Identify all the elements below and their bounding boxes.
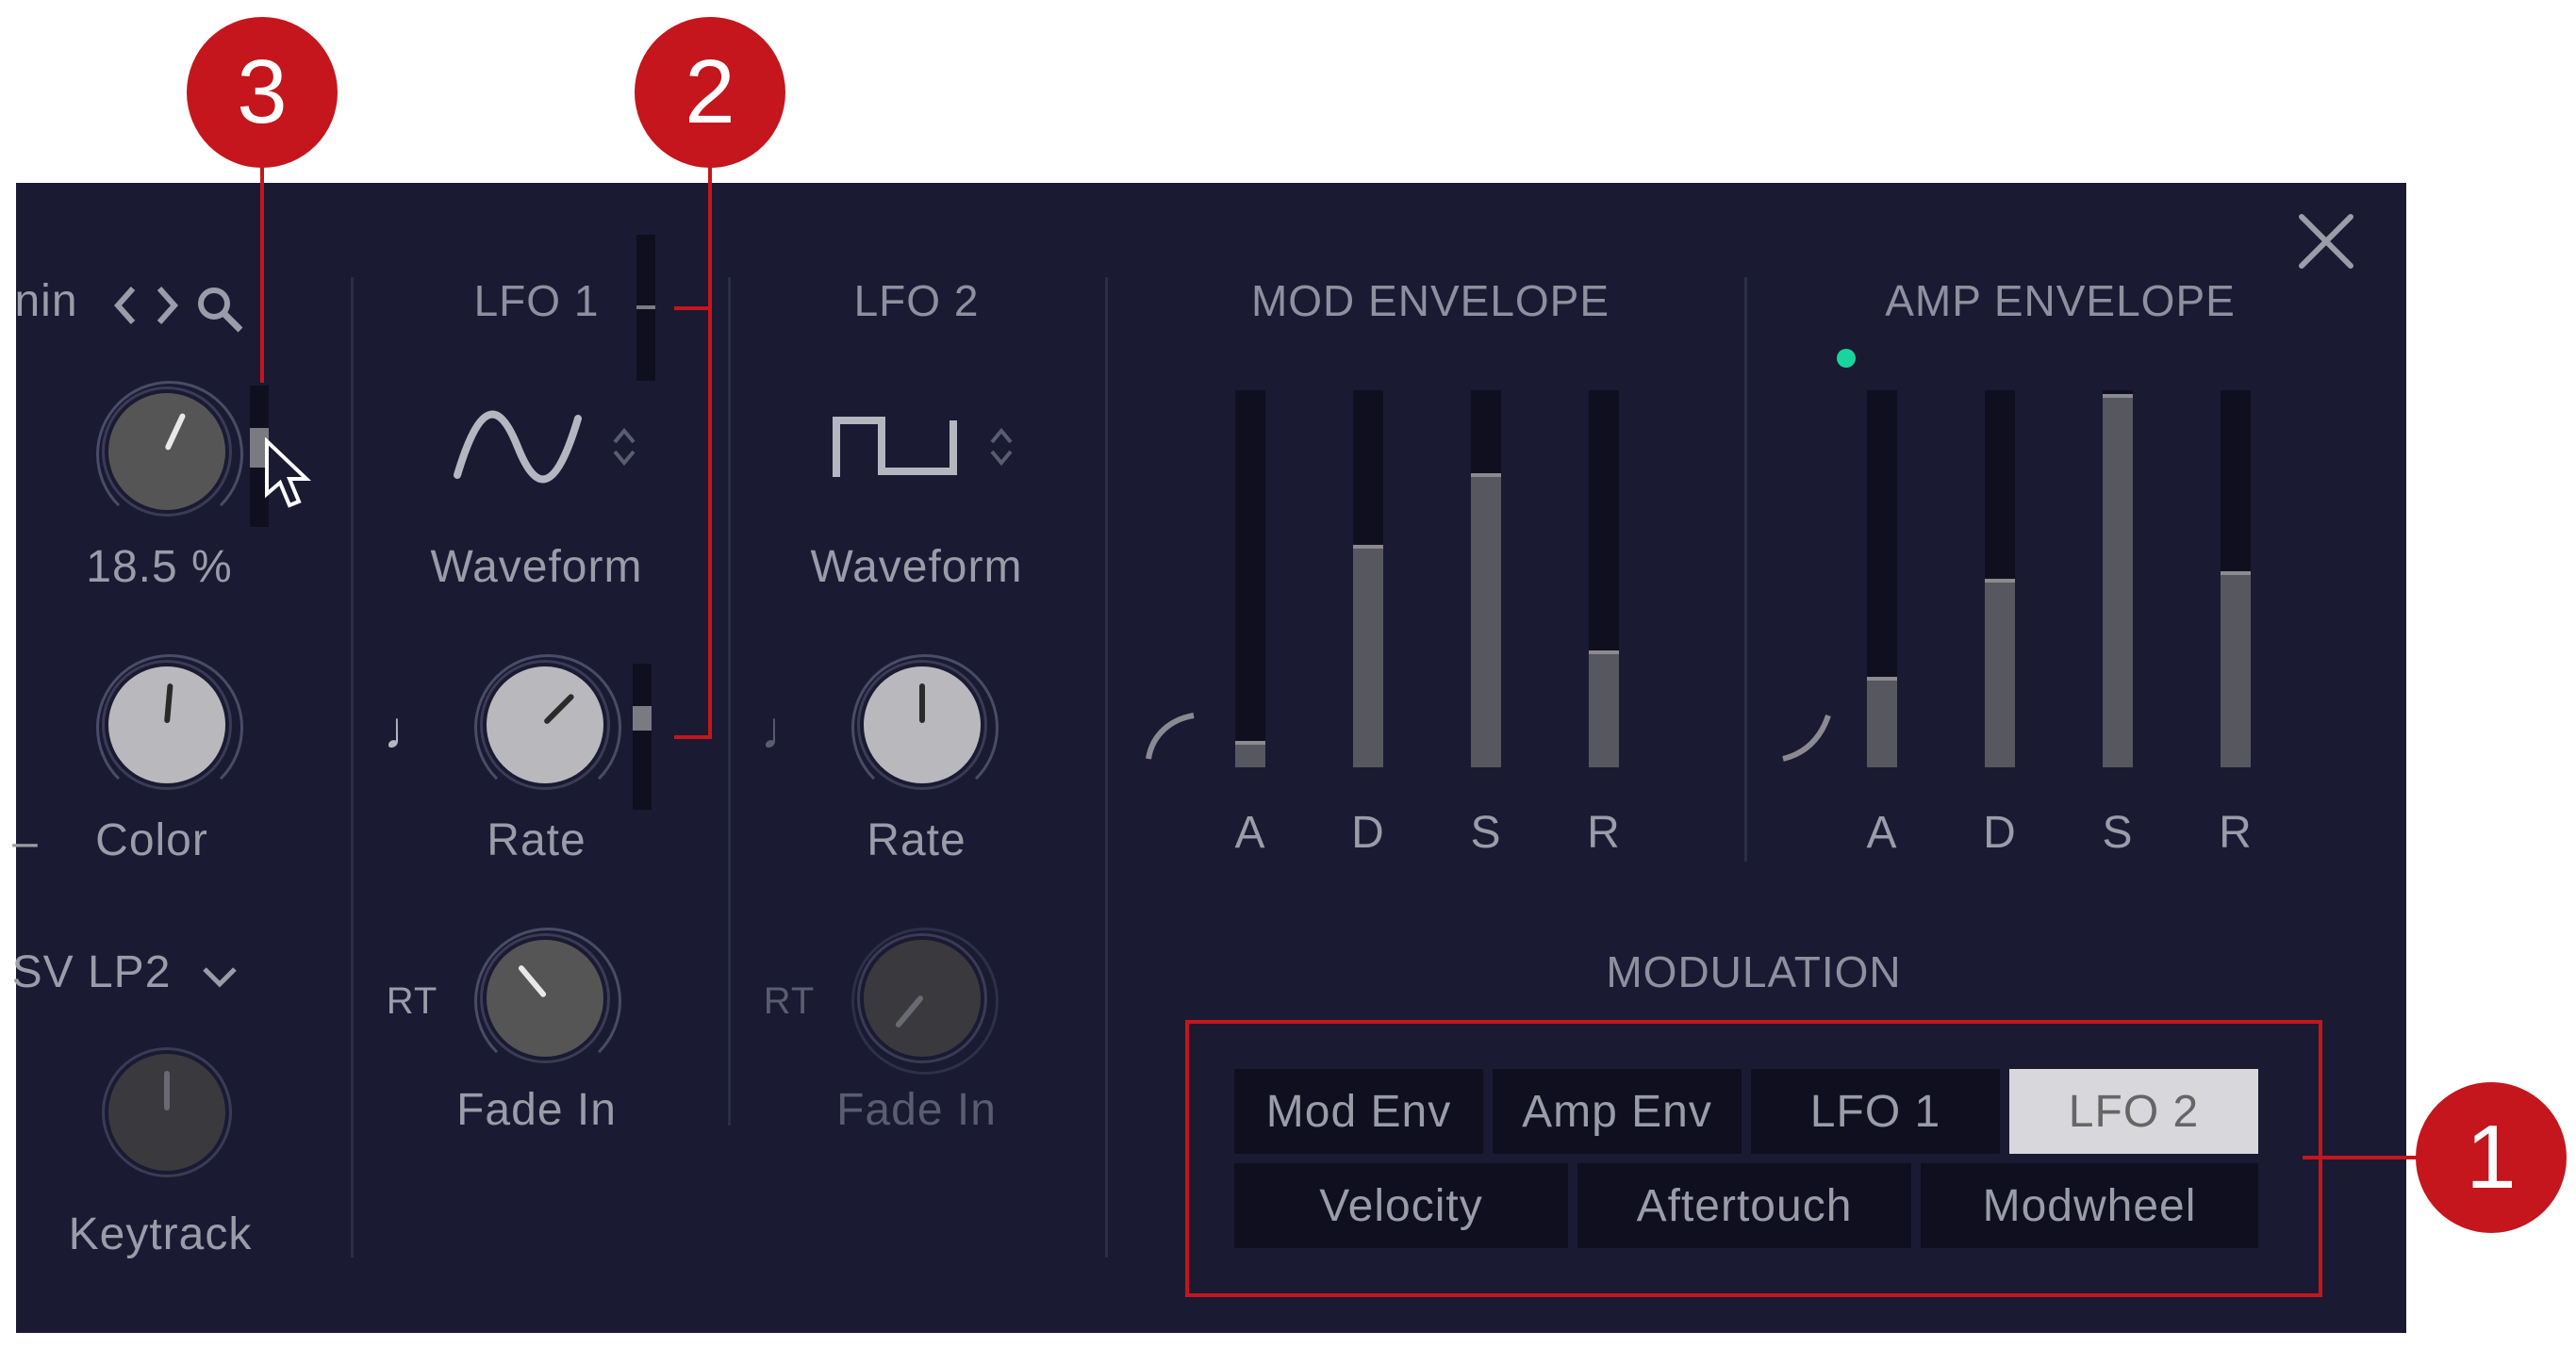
callout-2-line-bottom <box>674 735 712 739</box>
separator <box>728 277 731 1126</box>
mod-env-r-slider[interactable] <box>1589 390 1619 767</box>
cursor-icon <box>263 436 320 518</box>
separator <box>1744 277 1747 862</box>
mod-env-curve-icon[interactable] <box>1143 706 1199 767</box>
nav-arrows-icon[interactable] <box>108 285 184 331</box>
lfo2-waveform-label: Waveform <box>810 542 1023 592</box>
keytrack-label: Keytrack <box>68 1209 253 1259</box>
mod-env-title: MOD ENVELOPE <box>1250 276 1610 325</box>
callout-2-line-top <box>674 306 712 310</box>
lfo1-sync-note-icon[interactable]: ♩ <box>384 699 438 761</box>
chevron-down-icon[interactable] <box>201 963 239 995</box>
search-icon[interactable] <box>193 283 246 340</box>
amount-value: 18.5 % <box>86 542 233 592</box>
lfo2-sync-note-icon[interactable]: ♩ <box>761 699 815 761</box>
amp-env-title: AMP ENVELOPE <box>1885 276 2236 325</box>
active-indicator <box>1837 349 1856 368</box>
mod-source-mod-env[interactable]: Mod Env <box>1234 1069 1483 1154</box>
amount-knob[interactable] <box>105 389 229 514</box>
updown-icon[interactable] <box>987 423 1016 475</box>
lfo1-title: LFO 1 <box>473 276 600 325</box>
mod-env-a-level <box>1235 741 1265 767</box>
mod-env-d-level <box>1353 545 1383 767</box>
lfo2-fade-label: Fade In <box>836 1085 997 1135</box>
lfo1-waveform-label: Waveform <box>430 542 643 592</box>
separator <box>1105 277 1108 1258</box>
amp-env-s-label: S <box>2102 808 2134 858</box>
lfo2-rate-label: Rate <box>867 815 966 865</box>
lfo1-fade-knob[interactable] <box>483 936 607 1060</box>
mod-env-s-label: S <box>1470 808 1502 858</box>
mod-env-r-level <box>1589 650 1619 767</box>
lfo2-fade-knob[interactable] <box>860 936 984 1060</box>
color-knob[interactable] <box>105 663 229 787</box>
lfo1-rt-label[interactable]: RT <box>387 980 438 1023</box>
close-icon[interactable] <box>2296 211 2356 271</box>
square-wave-icon[interactable] <box>831 409 963 489</box>
modulation-title: MODULATION <box>1606 947 1902 996</box>
amp-env-a-label: A <box>1866 808 1898 858</box>
amp-env-a-slider[interactable] <box>1867 390 1897 767</box>
callout-3: 3 <box>187 17 338 168</box>
lfo1-rate-knob[interactable] <box>483 663 607 787</box>
amp-env-r-level <box>2221 571 2251 767</box>
callout-2-line <box>708 166 712 739</box>
amp-env-curve-icon[interactable] <box>1777 706 1834 767</box>
amp-env-r-slider[interactable] <box>2221 390 2251 767</box>
mod-env-a-label: A <box>1234 808 1266 858</box>
sine-wave-icon[interactable] <box>452 409 584 489</box>
synth-panel: nin 18.5 % – Color SV LP2 Keytrack LFO 1… <box>12 183 2406 1333</box>
mod-env-d-slider[interactable] <box>1353 390 1383 767</box>
mod-source-lfo1[interactable]: LFO 1 <box>1751 1069 2000 1154</box>
amp-env-d-label: D <box>1983 808 2017 858</box>
keytrack-knob[interactable] <box>105 1050 229 1175</box>
amp-env-a-level <box>1867 677 1897 767</box>
mod-env-a-slider[interactable] <box>1235 390 1265 767</box>
mod-env-s-slider[interactable] <box>1471 390 1501 767</box>
amp-env-s-level <box>2103 394 2133 767</box>
amp-env-d-slider[interactable] <box>1985 390 2015 767</box>
callout-3-line <box>260 166 264 383</box>
callout-1: 1 <box>2416 1082 2567 1233</box>
callout-2: 2 <box>635 17 785 168</box>
lfo1-fade-label: Fade In <box>456 1085 617 1135</box>
lfo1-title-mod-slider[interactable] <box>636 235 655 381</box>
lfo2-title: LFO 2 <box>853 276 980 325</box>
color-label: Color <box>95 815 208 865</box>
lfo1-rate-mod-slider[interactable] <box>633 664 652 810</box>
dash-label: – <box>12 817 39 867</box>
filter-type-label[interactable]: SV LP2 <box>12 946 172 998</box>
mod-env-d-label: D <box>1351 808 1385 858</box>
header-text: nin <box>14 276 78 326</box>
mod-source-modwheel[interactable]: Modwheel <box>1921 1163 2258 1248</box>
mod-source-lfo2[interactable]: LFO 2 <box>2009 1069 2258 1154</box>
modulation-highlight-box <box>1185 1020 2322 1297</box>
amp-env-r-label: R <box>2219 808 2253 858</box>
callout-1-line <box>2303 1156 2425 1159</box>
mod-source-amp-env[interactable]: Amp Env <box>1493 1069 1742 1154</box>
lfo1-rate-label: Rate <box>487 815 586 865</box>
mod-source-velocity[interactable]: Velocity <box>1234 1163 1568 1248</box>
mod-env-s-level <box>1471 473 1501 767</box>
lfo2-rt-label[interactable]: RT <box>764 980 816 1023</box>
mod-source-aftertouch[interactable]: Aftertouch <box>1577 1163 1911 1248</box>
separator <box>351 277 354 1258</box>
updown-icon[interactable] <box>610 423 638 475</box>
mod-env-r-label: R <box>1587 808 1621 858</box>
lfo2-rate-knob[interactable] <box>860 663 984 787</box>
amp-env-s-slider[interactable] <box>2103 390 2133 767</box>
amp-env-d-level <box>1985 579 2015 767</box>
